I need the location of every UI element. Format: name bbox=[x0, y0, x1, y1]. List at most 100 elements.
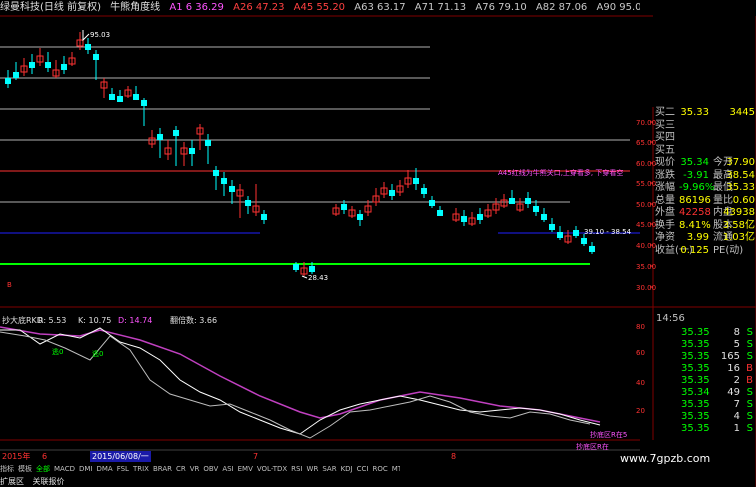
quote-value: -3.91 bbox=[683, 169, 709, 181]
indicator-tab[interactable]: MTM bbox=[392, 465, 400, 473]
indicator-tick: 40 bbox=[636, 379, 645, 387]
indicator-tab[interactable]: ASI bbox=[222, 465, 233, 473]
candle-down bbox=[509, 198, 515, 204]
watermark: www.7gpzb.com bbox=[620, 452, 711, 465]
indicator-tab[interactable]: RSI bbox=[291, 465, 302, 473]
candle-down bbox=[261, 214, 267, 220]
range-price-label: 39.10 - 38.54 bbox=[584, 228, 632, 236]
candle-down bbox=[173, 130, 179, 136]
indicator-tab[interactable]: DMI bbox=[79, 465, 93, 473]
quote-label: 涨跌 bbox=[655, 169, 675, 181]
quote-value-2: 37.90 bbox=[726, 157, 755, 168]
date-month-7: 7 bbox=[253, 452, 259, 461]
chart-canvas[interactable]: 95.03 28.43 39.10 - 38.54 A45红线为牛熊关口,上穿看… bbox=[0, 0, 756, 487]
candle-down bbox=[309, 266, 315, 272]
tick-list[interactable]: 14:56 35.35 8 S 35.35 5 S 35.35 165 S 35.35 16 B 35.3… bbox=[653, 312, 756, 438]
indicator-tab[interactable]: DMA bbox=[96, 465, 112, 473]
indicator-tab[interactable]: SAR bbox=[322, 465, 336, 473]
candle-down bbox=[541, 214, 547, 220]
indicator-tab[interactable]: ROC bbox=[372, 465, 387, 473]
quote-value: 35.34 bbox=[680, 157, 709, 168]
rkd-r-line bbox=[0, 331, 591, 439]
candle-down bbox=[525, 198, 531, 204]
quote-row: 净资 3.99 流通 1.03亿 bbox=[653, 232, 756, 244]
candle-down bbox=[293, 264, 299, 270]
indicator-tab[interactable]: OBV bbox=[203, 465, 218, 473]
quote-panel: 买二 35.33 3445 买三 买四 买五 现价 35.34 今开 37.90 涨跌 -3.91 最高… bbox=[653, 107, 756, 307]
indicator-tab[interactable]: MACD bbox=[54, 465, 75, 473]
candle-down bbox=[109, 94, 115, 100]
quote-label: 买三 bbox=[655, 119, 675, 131]
indicator-tab[interactable]: FSL bbox=[117, 465, 129, 473]
tab-extension[interactable]: 扩展区 bbox=[0, 477, 24, 486]
indicator-tab[interactable]: EMV bbox=[238, 465, 253, 473]
indicator-tabs[interactable]: 指标 模板 全部 MACD DMI DMA FSL TRIX BRAR CR VR OBV ASI EMV… bbox=[0, 464, 400, 475]
candle-down bbox=[341, 204, 347, 210]
indicator-tab[interactable]: VR bbox=[190, 465, 200, 473]
quote-row: 外盘 42258 内盘 43938 bbox=[653, 207, 756, 219]
quote-label: 外盘 bbox=[655, 207, 675, 218]
indicator-tab[interactable]: CCI bbox=[357, 465, 369, 473]
candle-down bbox=[61, 64, 67, 70]
indicator-tab[interactable]: KDJ bbox=[341, 465, 353, 473]
rkd-name: 抄大底RKD bbox=[2, 315, 43, 325]
date-month-8: 8 bbox=[451, 452, 457, 461]
candle-down bbox=[549, 224, 555, 230]
indicator-tab[interactable]: WR bbox=[307, 465, 319, 473]
rkd-d-line bbox=[0, 326, 601, 423]
indicator-tick: 60 bbox=[636, 349, 645, 357]
tick-price: 35.35 bbox=[681, 423, 710, 434]
rkd-x-value: 翻倍数: 3.66 bbox=[170, 315, 217, 325]
candle-down bbox=[85, 44, 91, 50]
bottom-left-tabs[interactable]: 扩展区 关联报价 bbox=[0, 476, 200, 487]
quote-label: 现价 bbox=[655, 157, 675, 168]
candle-down bbox=[133, 94, 139, 100]
candle-down bbox=[205, 140, 211, 146]
candlestick-series bbox=[5, 32, 595, 276]
high-price-label: 95.03 bbox=[90, 31, 110, 39]
indicator-tab[interactable]: TRIX bbox=[133, 465, 149, 473]
candle-down bbox=[29, 62, 35, 68]
bottom-zone-label-2: 抄底区R在 bbox=[576, 442, 609, 451]
tick-row: 35.35 1 S bbox=[653, 422, 756, 436]
zone-mark-1: 逃0 bbox=[52, 347, 63, 356]
indicator-axis: 80 60 40 20 bbox=[636, 323, 645, 415]
candle-down bbox=[229, 186, 235, 192]
tab-related-quote[interactable]: 关联报价 bbox=[33, 477, 65, 486]
quote-value-2: 0.60 bbox=[732, 194, 755, 206]
quote-row: 买三 bbox=[653, 120, 756, 132]
candle-down bbox=[421, 188, 427, 194]
candle-down bbox=[189, 148, 195, 154]
candle-down bbox=[573, 230, 579, 236]
candle-down bbox=[533, 206, 539, 212]
candle-down bbox=[157, 134, 163, 140]
candle-down bbox=[581, 238, 587, 244]
indicator-tab[interactable]: VOL-TDX bbox=[257, 465, 287, 473]
indicator-tab[interactable]: 指标 bbox=[0, 465, 14, 473]
quote-value-2: 3.58亿 bbox=[722, 219, 755, 231]
low-price-label: 28.43 bbox=[308, 274, 328, 282]
bottom-zone-label: 抄底区R在5 bbox=[590, 430, 627, 439]
indicator-tab[interactable]: CR bbox=[176, 465, 186, 473]
quote-row: 现价 35.34 今开 37.90 bbox=[653, 157, 756, 169]
indicator-tab[interactable]: 模板 bbox=[18, 465, 32, 473]
quote-value: 8.41% bbox=[679, 219, 711, 231]
candle-down bbox=[245, 200, 251, 206]
rkd-d-value: D: 14.74 bbox=[118, 316, 152, 325]
date-cursor[interactable]: 2015/06/08/一 bbox=[90, 451, 151, 462]
indicator-tab[interactable]: 全部 bbox=[36, 465, 50, 473]
quote-value-2: 3445 bbox=[729, 107, 755, 118]
tick-side: S bbox=[746, 423, 753, 434]
quote-value: 3.99 bbox=[686, 232, 709, 243]
indicator-tab[interactable]: BRAR bbox=[153, 465, 172, 473]
bull-bear-note: A45红线为牛熊关口,上穿看多, 下穿看空 bbox=[498, 168, 623, 177]
quote-label: 换手 bbox=[655, 219, 675, 231]
quote-value: 35.33 bbox=[680, 107, 709, 118]
candle-down bbox=[93, 54, 99, 60]
candle-down bbox=[389, 190, 395, 196]
quote-label: 总量 bbox=[655, 194, 675, 206]
candle-down bbox=[429, 200, 435, 206]
candle-down bbox=[45, 62, 51, 68]
candle-down bbox=[477, 214, 483, 220]
quote-row: 换手 8.41% 股本 3.58亿 bbox=[653, 220, 756, 232]
